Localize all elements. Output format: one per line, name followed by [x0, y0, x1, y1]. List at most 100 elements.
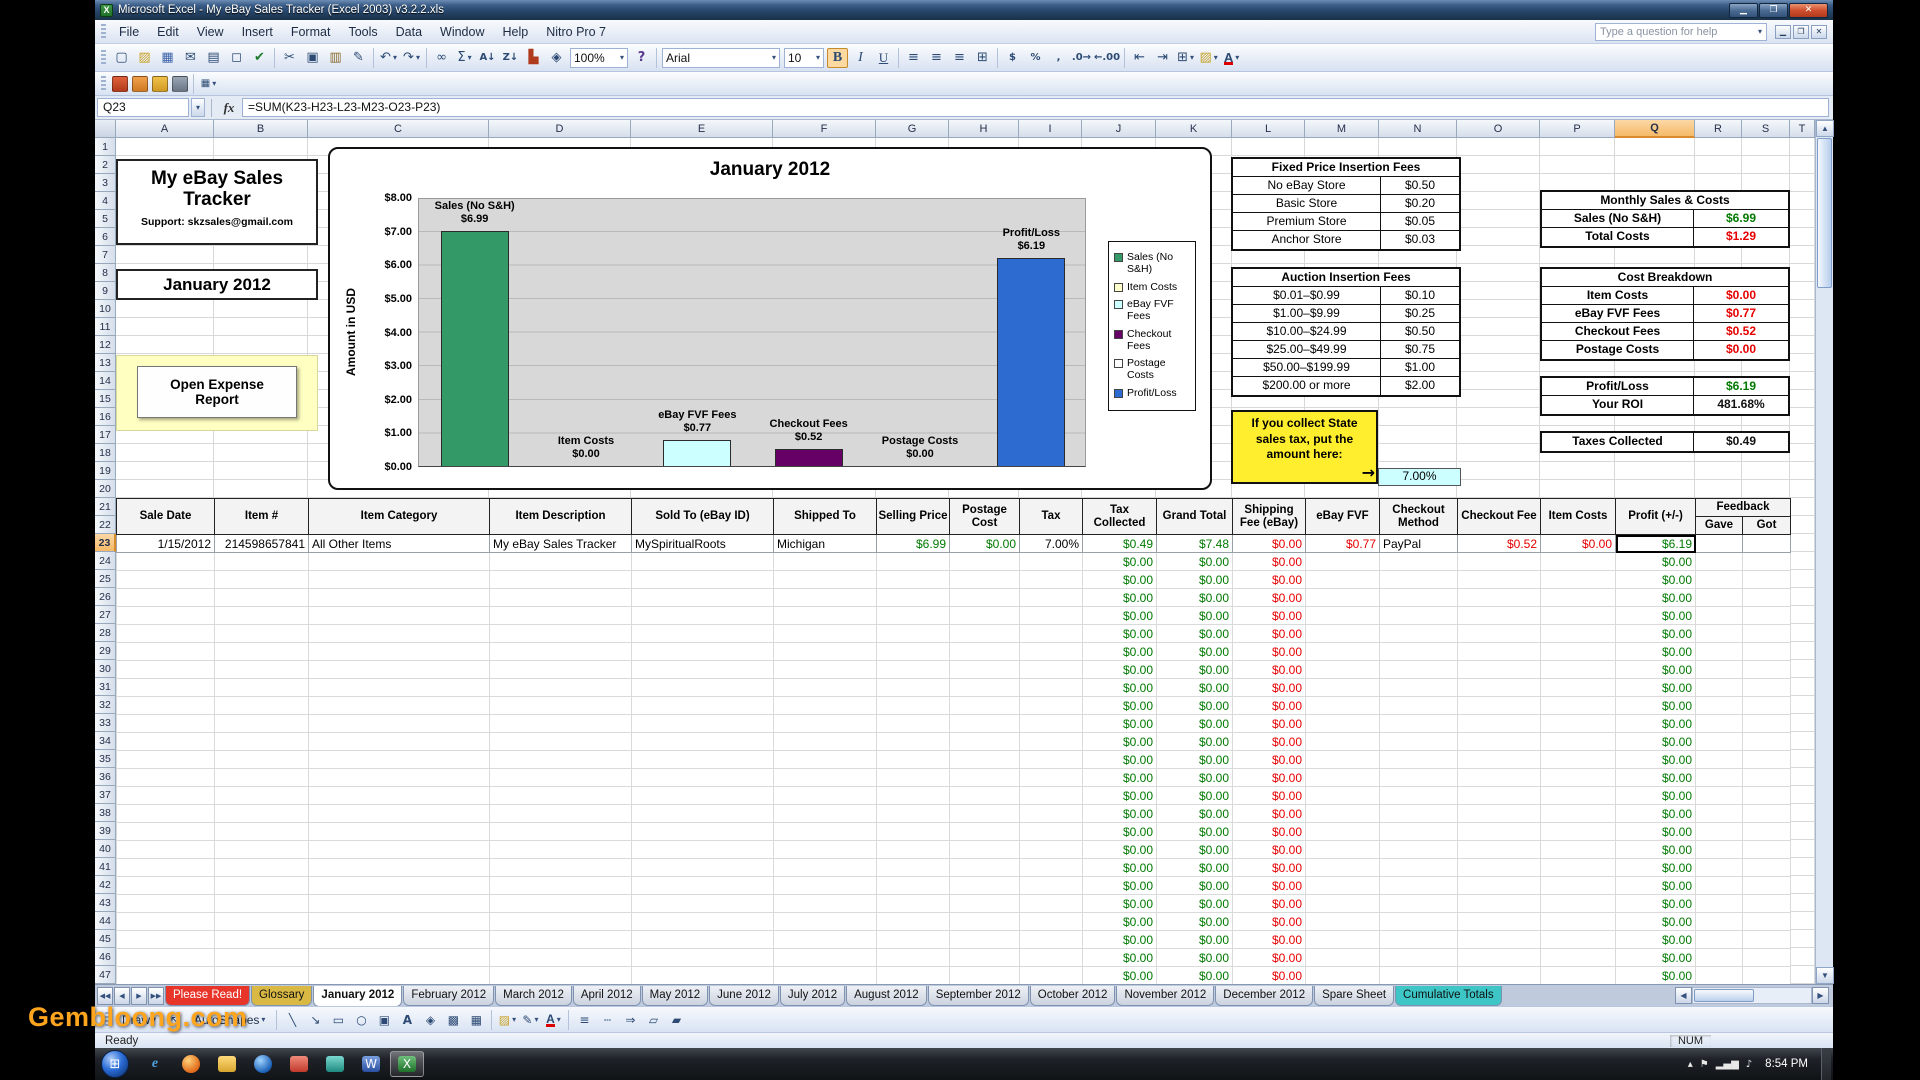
cell[interactable]: $0.00 — [1157, 895, 1233, 913]
row-header-7[interactable]: 7 — [95, 246, 116, 264]
cell[interactable] — [490, 841, 632, 859]
row-header-16[interactable]: 16 — [95, 408, 116, 426]
cell[interactable] — [1458, 787, 1541, 805]
cell[interactable] — [1541, 949, 1616, 967]
cell[interactable] — [774, 715, 877, 733]
cell[interactable] — [215, 751, 309, 769]
cell[interactable] — [1541, 553, 1616, 571]
sort-ascending-icon[interactable]: A↓ — [477, 48, 498, 68]
cell[interactable] — [632, 697, 774, 715]
vertical-scroll-thumb[interactable] — [1817, 138, 1832, 288]
cell[interactable]: $0.00 — [1616, 967, 1696, 985]
row-header-15[interactable]: 15 — [95, 390, 116, 408]
cell[interactable] — [1743, 553, 1791, 571]
cell[interactable] — [1458, 643, 1541, 661]
cell[interactable] — [1743, 715, 1791, 733]
column-header-O[interactable]: O — [1457, 120, 1540, 138]
spreadsheet-grid[interactable]: My eBay Sales Tracker Support: skzsales@… — [95, 138, 1815, 984]
select-all-corner[interactable] — [95, 120, 116, 138]
row-header-12[interactable]: 12 — [95, 336, 116, 354]
cell[interactable]: $0.00 — [1083, 949, 1157, 967]
cell[interactable] — [1458, 805, 1541, 823]
decrease-indent-icon[interactable]: ⇤ — [1129, 48, 1150, 68]
cell[interactable] — [490, 967, 632, 985]
cell[interactable]: $0.00 — [1157, 967, 1233, 985]
row-header-46[interactable]: 46 — [95, 948, 116, 966]
cell[interactable] — [1458, 769, 1541, 787]
cell[interactable]: $0.00 — [1083, 571, 1157, 589]
row-header-26[interactable]: 26 — [95, 588, 116, 606]
cell[interactable] — [950, 553, 1020, 571]
cell[interactable] — [1380, 967, 1458, 985]
cell[interactable]: $0.00 — [1083, 589, 1157, 607]
cell[interactable]: $0.00 — [1233, 913, 1306, 931]
cell[interactable] — [117, 841, 215, 859]
scroll-down-icon[interactable]: ▼ — [1816, 967, 1834, 984]
cell[interactable] — [632, 751, 774, 769]
cell[interactable] — [1743, 949, 1791, 967]
fill-color-icon[interactable]: ▨▾ — [497, 1010, 517, 1030]
cell[interactable] — [1743, 967, 1791, 985]
decrease-decimal-icon[interactable]: ←.00 — [1094, 48, 1120, 68]
cell[interactable] — [1020, 643, 1083, 661]
cell[interactable]: $0.00 — [1083, 769, 1157, 787]
row-header-34[interactable]: 34 — [95, 732, 116, 750]
cell[interactable] — [215, 571, 309, 589]
cell[interactable] — [774, 823, 877, 841]
action-center-icon[interactable]: ⚑ — [1700, 1059, 1709, 1070]
cell[interactable] — [774, 877, 877, 895]
cell[interactable] — [1743, 841, 1791, 859]
column-header-D[interactable]: D — [489, 120, 631, 138]
cell[interactable]: $0.00 — [1233, 661, 1306, 679]
column-header-J[interactable]: J — [1082, 120, 1156, 138]
cell[interactable] — [1020, 949, 1083, 967]
cell[interactable]: $0.00 — [1157, 949, 1233, 967]
row-header-11[interactable]: 11 — [95, 318, 116, 336]
cell[interactable] — [117, 967, 215, 985]
sheet-tab-august-2012[interactable]: August 2012 — [846, 986, 927, 1006]
media-player-icon[interactable] — [246, 1051, 280, 1077]
cell[interactable] — [1306, 895, 1380, 913]
cell[interactable] — [1020, 913, 1083, 931]
cell[interactable] — [1541, 895, 1616, 913]
start-button[interactable]: ⊞ — [101, 1050, 129, 1078]
cell[interactable] — [632, 949, 774, 967]
cell[interactable] — [215, 625, 309, 643]
cell[interactable] — [1696, 553, 1743, 571]
row-header-6[interactable]: 6 — [95, 228, 116, 246]
column-header-G[interactable]: G — [876, 120, 949, 138]
row-header-44[interactable]: 44 — [95, 912, 116, 930]
cell[interactable]: $0.00 — [1083, 679, 1157, 697]
row-header-21[interactable]: 21 — [95, 498, 116, 516]
cell[interactable]: My eBay Sales Tracker — [490, 535, 632, 553]
cell[interactable] — [950, 949, 1020, 967]
column-header-cell[interactable]: Grand Total — [1157, 499, 1233, 535]
cell[interactable] — [1696, 967, 1743, 985]
column-header-cell[interactable]: Selling Price — [877, 499, 950, 535]
cell[interactable] — [117, 751, 215, 769]
cell[interactable]: $0.00 — [1616, 679, 1696, 697]
cell[interactable] — [490, 553, 632, 571]
cell[interactable]: $0.00 — [1083, 841, 1157, 859]
cell[interactable] — [215, 787, 309, 805]
column-header-N[interactable]: N — [1379, 120, 1457, 138]
cell[interactable] — [632, 895, 774, 913]
menu-insert[interactable]: Insert — [233, 22, 282, 42]
column-header-S[interactable]: S — [1742, 120, 1790, 138]
cell[interactable]: $0.00 — [1616, 553, 1696, 571]
cell[interactable] — [774, 805, 877, 823]
cell[interactable] — [117, 733, 215, 751]
cell[interactable]: $7.48 — [1157, 535, 1233, 553]
row-header-14[interactable]: 14 — [95, 372, 116, 390]
cell[interactable] — [950, 823, 1020, 841]
cell[interactable]: $0.00 — [1233, 625, 1306, 643]
cell[interactable] — [1696, 751, 1743, 769]
cell[interactable] — [774, 643, 877, 661]
cell[interactable] — [215, 697, 309, 715]
cell[interactable] — [1743, 805, 1791, 823]
cell[interactable] — [877, 805, 950, 823]
sheet-tab-december-2012[interactable]: December 2012 — [1215, 986, 1313, 1006]
cell[interactable] — [950, 913, 1020, 931]
cell[interactable] — [1380, 571, 1458, 589]
cell[interactable]: $0.00 — [1616, 913, 1696, 931]
